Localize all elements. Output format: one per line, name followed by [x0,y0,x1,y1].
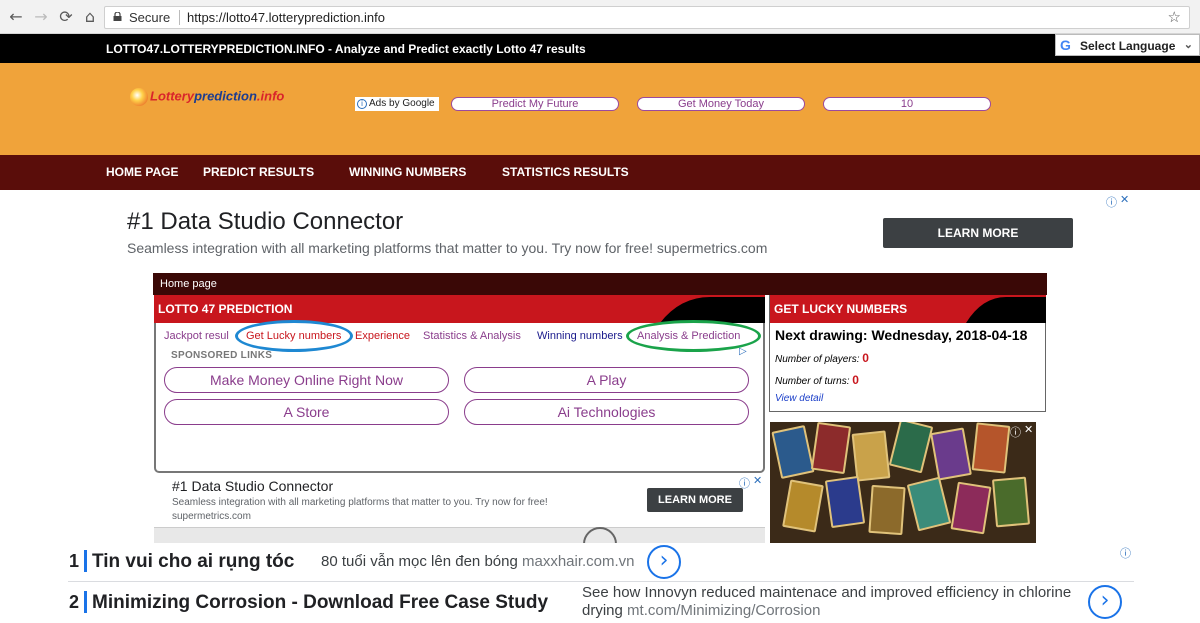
ad-pill-predict-future[interactable]: Predict My Future [451,97,619,111]
small-ad-info-icon[interactable]: ⓘ [739,475,750,491]
small-ad-subtitle[interactable]: Seamless integration with all marketing … [172,496,602,524]
lock-icon [113,12,122,21]
ad-info-icon[interactable]: ⓘ [1106,194,1117,210]
reload-icon[interactable]: ⟳ [56,7,76,27]
players-label: Number of players: [775,354,860,365]
bottom-ad-1-desc-text: 80 tuổi vẫn mọc lên đen bóng [321,553,518,570]
sponsored-link-ai-technologies[interactable]: Ai Technologies [464,399,749,425]
heading-corner-decoration [660,297,765,323]
ad-number-1: 1 [69,551,80,571]
secure-label: Secure [129,10,171,25]
language-label: Select Language [1080,39,1176,53]
turns-value: 0 [852,373,859,387]
banner-learn-more-button[interactable]: LEARN MORE [883,218,1073,248]
tab-winning-numbers[interactable]: Winning numbers [537,330,623,342]
bottom-ad-1-arrow-icon[interactable]: › [647,545,681,579]
small-ad-title[interactable]: #1 Data Studio Connector [172,478,333,494]
tab-experience[interactable]: Experience [355,330,410,342]
nav-statistics-results[interactable]: STATISTICS RESULTS [502,165,629,179]
sponsored-link-make-money[interactable]: Make Money Online Right Now [164,367,449,393]
tarot-cards-ad-image[interactable] [770,422,1036,543]
sponsored-link-a-store[interactable]: A Store [164,399,449,425]
site-logo[interactable]: Lotteryprediction.info [130,88,284,106]
sponsored-links-label: SPONSORED LINKS [171,350,273,361]
browser-toolbar: ← → ⟳ ⌂ Secure https://lotto47.lotterypr… [0,0,1200,34]
view-detail-link[interactable]: View detail [775,393,823,404]
ad-close-icon[interactable]: ✕ [1120,193,1129,206]
bottom-ad-1-title[interactable]: Tin vui cho ai rụng tóc [92,551,294,573]
ad-pill-get-money[interactable]: Get Money Today [637,97,805,111]
tab-jackpot-results[interactable]: Jackpot resul [164,330,229,342]
logo-text-info: .info [256,88,285,104]
blue-highlight-ring [235,320,353,352]
logo-text-prediction: prediction [194,88,257,104]
next-drawing-text: Next drawing: Wednesday, 2018-04-18 [775,327,1028,343]
bottom-ad-info-icon[interactable]: ⓘ [1120,545,1131,561]
tarot-ad-close-icon[interactable]: ✕ [1024,423,1033,436]
site-top-bar: LOTTO47.LOTTERYPREDICTION.INFO - Analyze… [0,34,1200,63]
home-icon[interactable]: ⌂ [80,7,100,27]
back-icon[interactable]: ← [6,7,26,27]
nav-winning-numbers[interactable]: WINNING NUMBERS [349,165,466,179]
forward-icon[interactable]: → [31,7,51,27]
ad-divider-1 [84,550,87,572]
ad-number-2: 2 [69,592,80,612]
main-nav: HOME PAGE PREDICT RESULTS WINNING NUMBER… [0,155,1200,190]
ad-pill-10[interactable]: 10 [823,97,991,111]
google-icon: G [1060,37,1071,53]
bottom-ad-2-title[interactable]: Minimizing Corrosion - Download Free Cas… [92,592,548,614]
chevron-down-icon: ⌄ [1183,39,1193,51]
address-bar[interactable]: Secure https://lotto47.lotteryprediction… [104,6,1190,29]
ads-by-google-label: Ads by Google [369,98,435,109]
lucky-heading-corner-decoration [966,297,1046,323]
panel-footer-bar [154,527,765,543]
bookmark-star-icon[interactable]: ☆ [1168,7,1181,28]
site-header: Lotteryprediction.info i Ads by Google P… [0,63,1200,155]
nav-home-page[interactable]: HOME PAGE [106,165,178,179]
turns-label: Number of turns: [775,376,850,387]
bottom-ad-1-domain: maxxhair.com.vn [521,553,635,570]
bottom-ad-2-domain: mt.com/Minimizing/Corrosion [627,602,821,619]
tarot-ad-info-icon[interactable]: ⓘ [1010,424,1021,440]
info-icon: i [357,99,367,109]
ad-divider-2 [84,591,87,613]
language-select[interactable]: G Select Language ⌄ [1055,34,1200,56]
sponsored-link-a-play[interactable]: A Play [464,367,749,393]
nav-predict-results[interactable]: PREDICT RESULTS [203,165,314,179]
logo-text-lottery: Lottery [150,88,195,104]
adchoices-icon[interactable]: ▷ [739,346,747,357]
url-text[interactable]: https://lotto47.lotteryprediction.info [187,7,385,28]
players-value: 0 [862,351,869,365]
banner-ad-subtitle[interactable]: Seamless integration with all marketing … [127,240,767,256]
bottom-ad-2-arrow-icon[interactable]: › [1088,585,1122,619]
ads-by-google[interactable]: i Ads by Google [355,97,439,111]
lottery-ball-icon [130,88,148,106]
address-divider [179,10,180,25]
players-row: Number of players: 0 [775,351,869,365]
bottom-ad-2-desc[interactable]: See how Innovyn reduced maintenace and i… [582,584,1082,620]
turns-row: Number of turns: 0 [775,373,859,387]
banner-ad-title[interactable]: #1 Data Studio Connector [127,208,403,236]
breadcrumb[interactable]: Home page [153,273,1047,295]
small-ad-close-icon[interactable]: ✕ [753,474,762,487]
site-tagline: LOTTO47.LOTTERYPREDICTION.INFO - Analyze… [106,42,586,56]
bottom-ads-divider [68,581,1134,582]
tab-statistics-analysis[interactable]: Statistics & Analysis [423,330,521,342]
bottom-ad-1-desc[interactable]: 80 tuổi vẫn mọc lên đen bóng maxxhair.co… [321,553,635,570]
small-learn-more-button[interactable]: LEARN MORE [647,488,743,512]
